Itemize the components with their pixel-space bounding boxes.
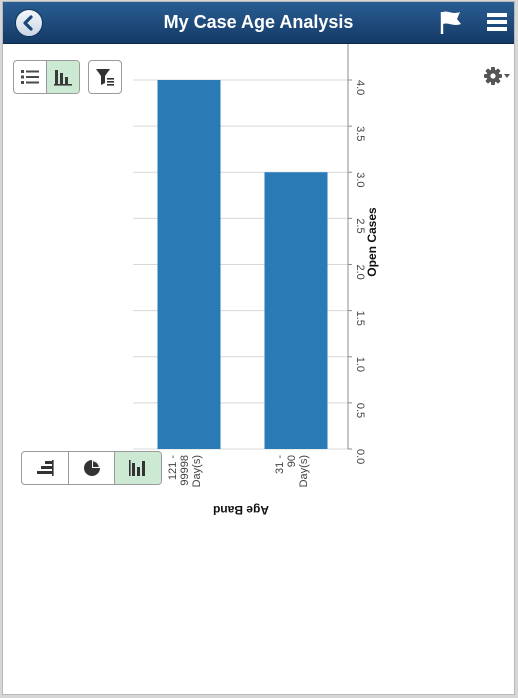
bar[interactable] [264,172,328,449]
value-axis-title: Open Cases [365,207,379,277]
vertical-bar-button[interactable] [114,452,161,484]
value-tick-label: 3.0 [354,172,366,187]
value-tick-label: 0.5 [354,403,366,418]
vertical-bar-icon [129,460,146,476]
value-tick-label: 1.5 [354,311,366,326]
category-label: 121 -99998Day(s) [167,455,203,488]
value-tick-label: 4.0 [354,80,366,95]
category-label: 31 -90Day(s) [274,455,310,488]
category-axis-title: Age Band [213,503,269,517]
horizontal-bar-button[interactable] [22,452,68,484]
horizontal-bar-icon [36,460,54,476]
case-age-chart: 0.00.51.01.52.02.53.03.54.0 Open Cases 1… [133,44,379,517]
pie-icon [83,460,100,476]
chart-type-selector [21,451,162,485]
bar[interactable] [157,80,221,449]
pie-chart-button[interactable] [67,452,115,484]
app-frame: My Case Age Analysis 0.0 0.5 1.0 1.5 2.0… [2,1,515,695]
value-tick-label: 0.0 [354,449,366,464]
value-tick-label: 1.0 [354,357,366,372]
value-tick-label: 3.5 [354,126,366,141]
